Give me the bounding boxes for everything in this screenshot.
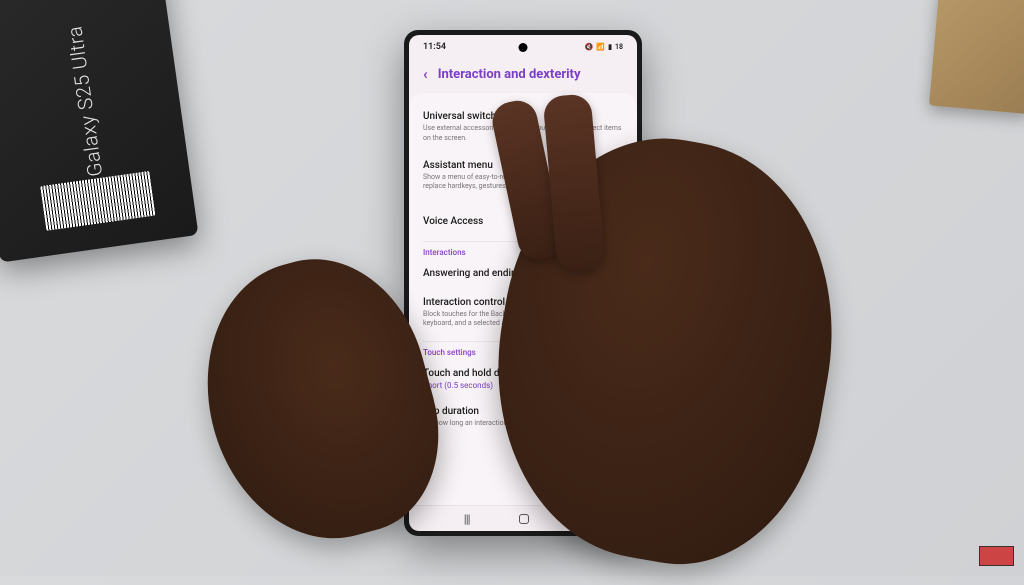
status-time: 11:54 (423, 42, 446, 52)
watermark (979, 546, 1014, 566)
back-button[interactable]: ‹ (423, 65, 428, 83)
recents-button[interactable]: ||| (464, 512, 470, 526)
signal-icon: ▮ (608, 43, 612, 51)
wifi-icon: 📶 (596, 43, 605, 51)
barcode (40, 171, 155, 231)
status-icons: 🔇 📶 ▮ 18 (585, 43, 623, 51)
home-button[interactable] (519, 514, 529, 524)
camera-cutout (519, 43, 528, 52)
page-header: ‹ Interaction and dexterity (409, 59, 637, 93)
background-object (929, 0, 1024, 114)
page-title: Interaction and dexterity (438, 67, 581, 82)
battery-level: 18 (615, 43, 623, 51)
product-box-label: Galaxy S25 Ultra (62, 24, 107, 178)
product-box: Galaxy S25 Ultra (0, 0, 199, 263)
mute-icon: 🔇 (585, 43, 594, 51)
